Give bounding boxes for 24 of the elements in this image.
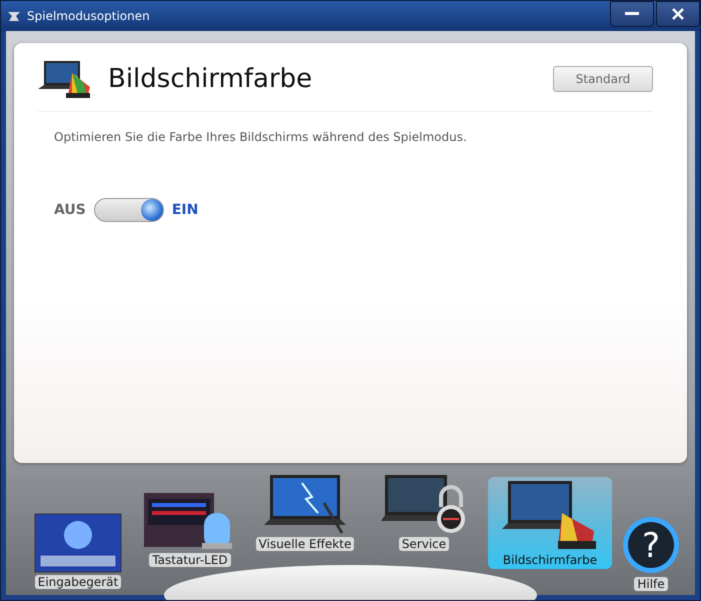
close-button[interactable] [656,1,700,27]
default-button[interactable]: Standard [553,66,653,92]
nav-item[interactable]: Service [374,473,474,551]
nav-item[interactable]: ? Hilfe [614,515,688,591]
on-label: EIN [172,202,198,218]
nav-item[interactable]: Bildschirmfarbe [488,477,612,569]
window-title: Spielmodusoptionen [27,9,150,23]
nav-item[interactable]: Eingabegerät [28,513,128,589]
toggle-switch[interactable] [94,198,164,222]
minimize-icon [625,12,639,16]
off-label: AUS [54,202,86,218]
nav-item[interactable]: Tastatur-LED [138,491,242,567]
nav-item[interactable]: Visuelle Effekte [250,473,360,551]
minimize-button[interactable] [610,1,654,27]
help-icon: ? [621,515,681,575]
laptop-lightning-icon [262,473,348,535]
laptop-color-icon [38,59,92,99]
close-icon [671,7,685,21]
app-icon [7,10,21,22]
description-text: Optimieren Sie die Farbe Ihres Bildschirms während des Spielmodus. [54,130,468,144]
touchpad-icon [34,513,122,573]
globe-icon [140,199,163,221]
laptop-padlock-icon [381,473,467,535]
page-title: Bildschirmfarbe [108,64,312,94]
